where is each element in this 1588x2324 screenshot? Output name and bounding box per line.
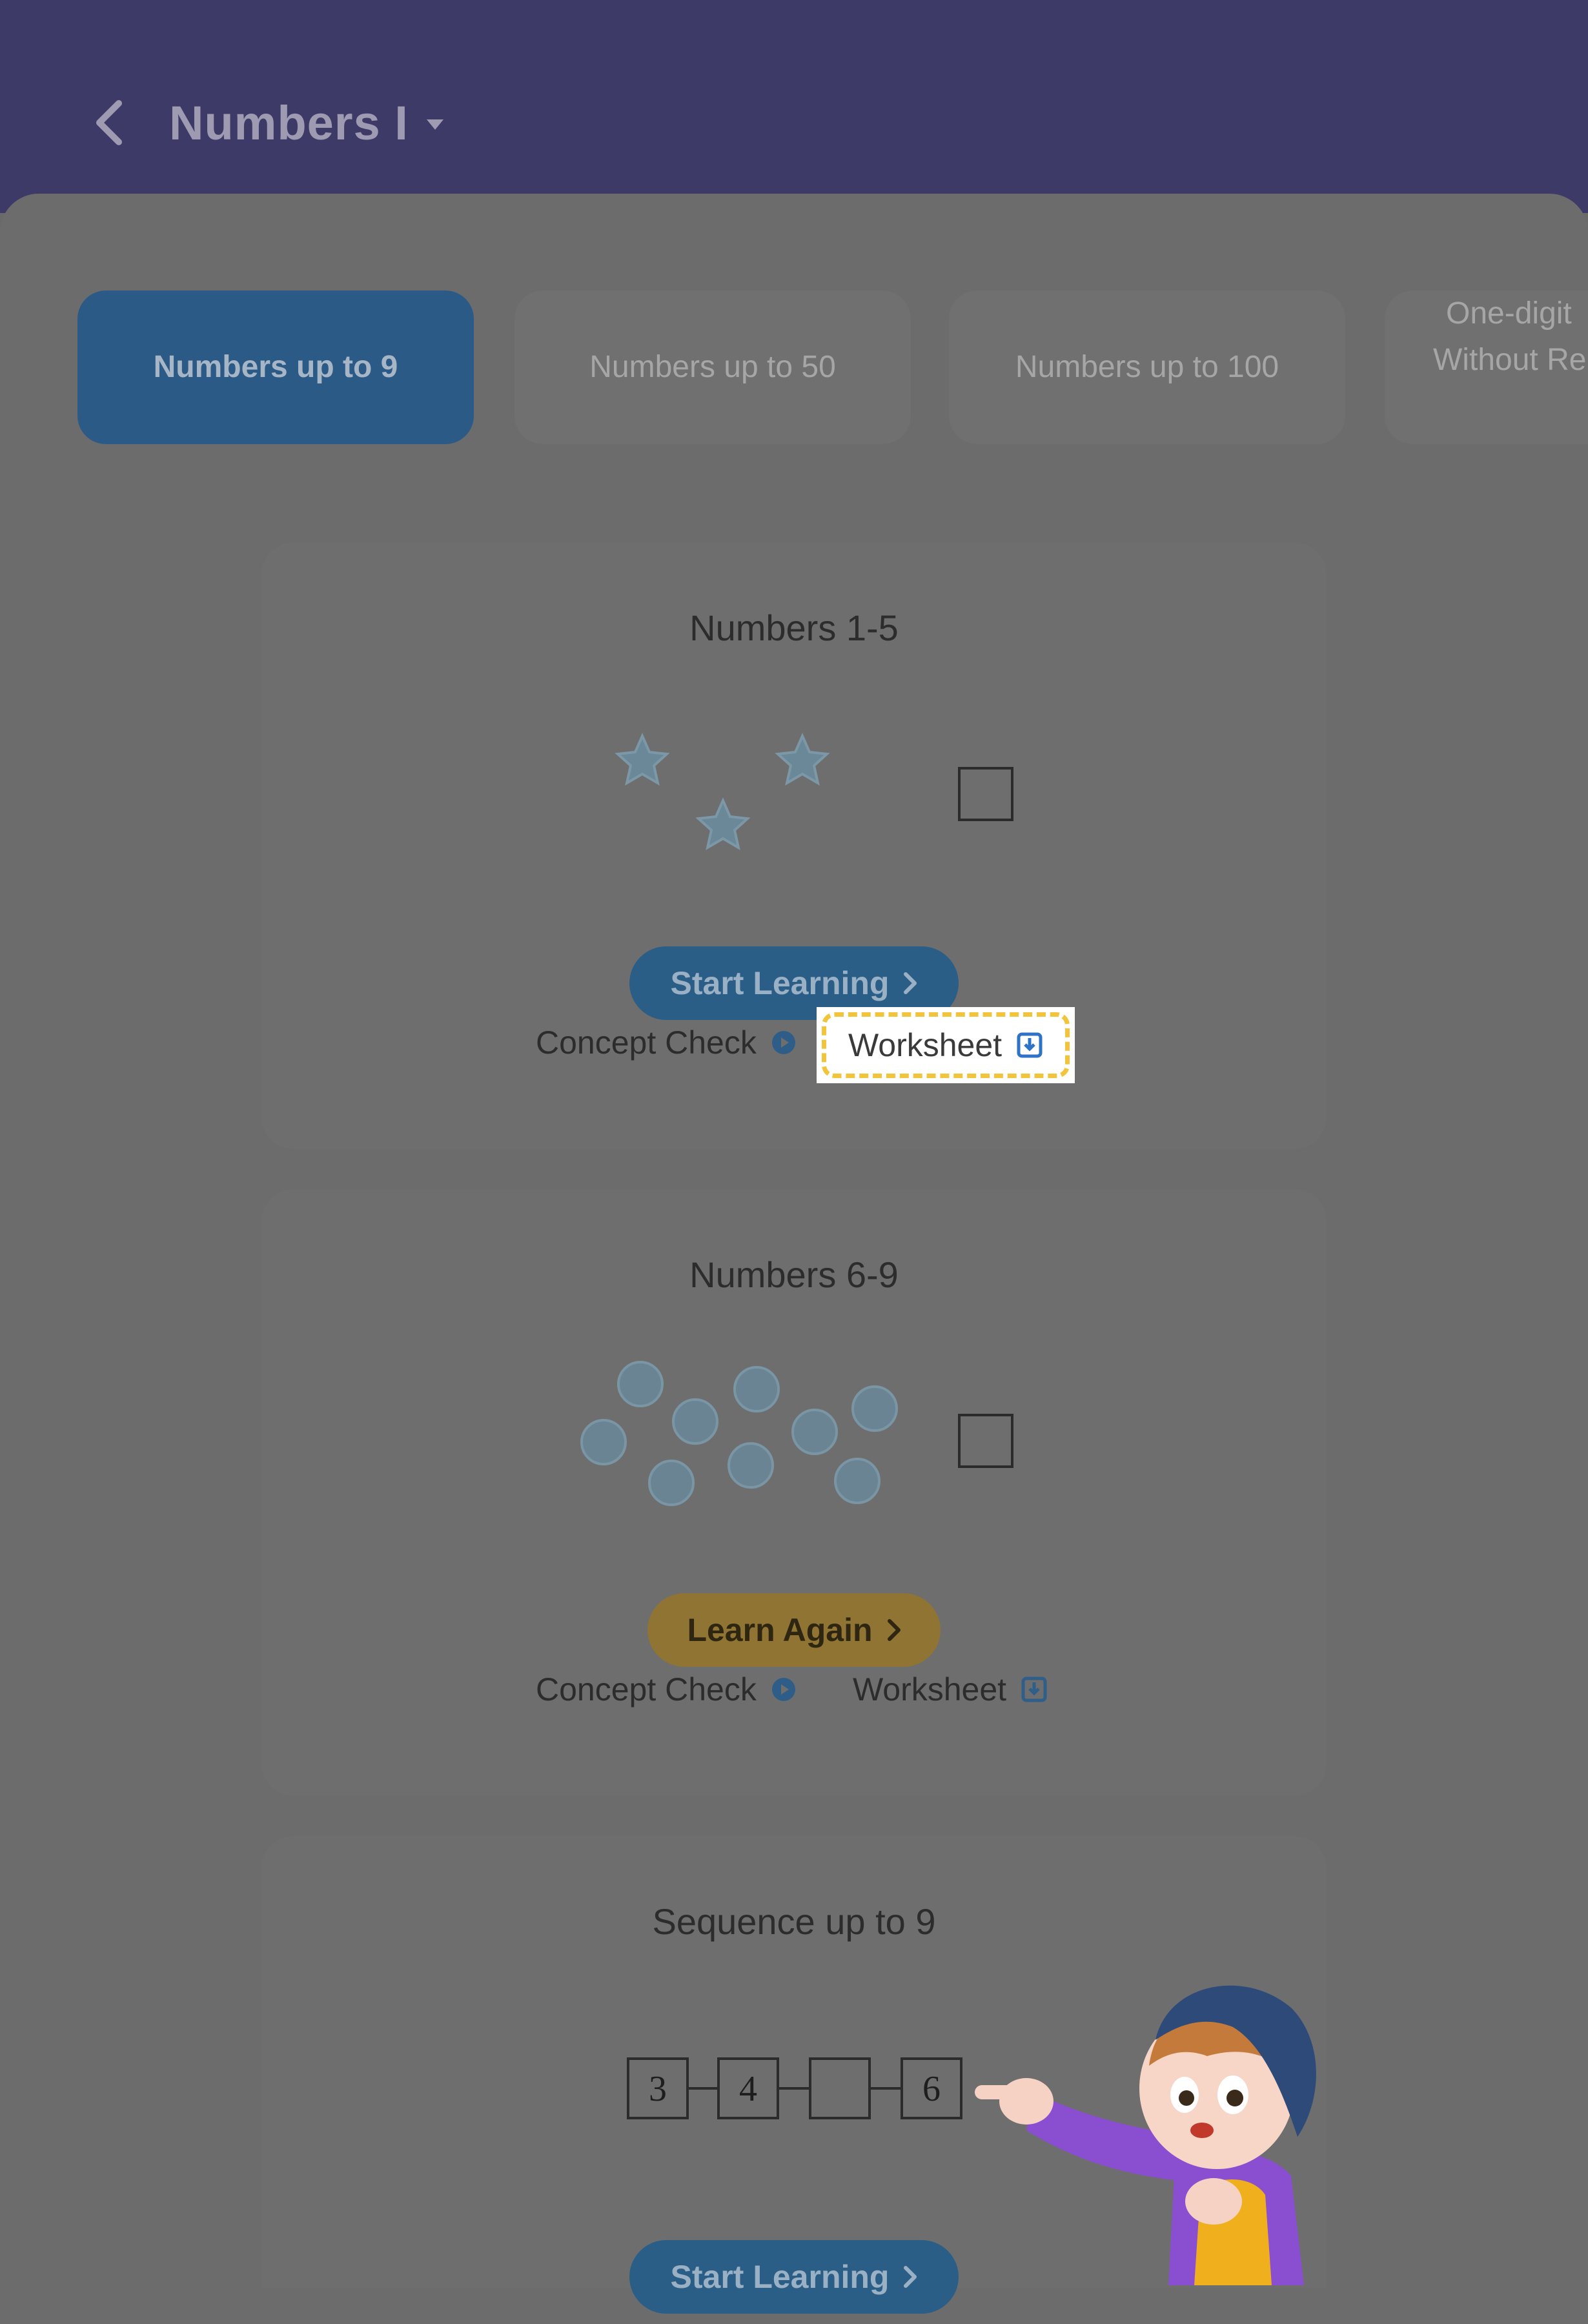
- dot-icon: [834, 1458, 881, 1504]
- sequence-number: 4: [739, 2069, 757, 2109]
- worksheet-link[interactable]: Worksheet: [853, 1654, 1048, 1725]
- tab-one-digit[interactable]: One-digit Without Re: [1385, 290, 1588, 444]
- button-label: Learn Again: [687, 1612, 873, 1648]
- start-learning-button[interactable]: Start Learning: [629, 2240, 959, 2314]
- star-icon: [615, 733, 670, 786]
- caret-down-icon: [426, 119, 443, 130]
- link-label: Worksheet: [848, 1027, 1003, 1063]
- button-label: Start Learning: [670, 965, 890, 1001]
- concept-check-link[interactable]: Concept Check: [536, 1007, 797, 1078]
- top-header: Numbers I: [0, 0, 1588, 213]
- tab-numbers-up-to-50[interactable]: Numbers up to 50: [514, 290, 911, 444]
- dot-icon: [580, 1419, 627, 1465]
- chevron-right-icon: [887, 1619, 901, 1641]
- download-icon: [1021, 1677, 1047, 1702]
- chevron-left-icon: [96, 100, 122, 145]
- star-icons: [615, 733, 830, 851]
- tab-numbers-up-to-9[interactable]: Numbers up to 9: [77, 290, 474, 444]
- unit-selector[interactable]: Numbers I: [169, 90, 443, 155]
- dot-icon: [617, 1361, 664, 1407]
- lesson-tabs: Numbers up to 9 Numbers up to 50 Numbers…: [0, 290, 1588, 445]
- link-label: Worksheet: [853, 1671, 1007, 1707]
- lesson-card-numbers-1-5: Numbers 1-5 Start Learning Concept Check…: [261, 542, 1327, 1149]
- download-icon: [1017, 1032, 1043, 1058]
- sequence-number: 6: [922, 2069, 941, 2109]
- tab-label: Numbers up to 100: [1015, 350, 1279, 384]
- button-label: Start Learning: [670, 2259, 890, 2295]
- page-title: Numbers I: [169, 96, 409, 150]
- dot-icon: [728, 1442, 774, 1489]
- answer-box: [958, 767, 1013, 821]
- star-icon: [775, 733, 830, 786]
- tab-label: Numbers up to 9: [153, 350, 398, 384]
- link-label: Concept Check: [536, 1671, 757, 1707]
- dot-icon: [791, 1409, 838, 1455]
- concept-check-link[interactable]: Concept Check: [536, 1654, 797, 1725]
- tab-numbers-up-to-100[interactable]: Numbers up to 100: [949, 290, 1345, 444]
- tab-label: Numbers up to 50: [589, 350, 836, 384]
- play-circle-icon: [771, 1678, 795, 1701]
- sequence-number: 3: [649, 2069, 667, 2109]
- dot-icon: [672, 1398, 718, 1445]
- back-button[interactable]: [84, 97, 136, 148]
- lesson-card-numbers-6-9: Numbers 6-9 Learn Again Concept Check Wo…: [261, 1189, 1327, 1796]
- dot-icons: [580, 1361, 898, 1506]
- answer-box: [958, 1414, 1013, 1468]
- chevron-right-icon: [904, 972, 917, 994]
- link-label: Concept Check: [536, 1024, 757, 1061]
- sequence-box-blank: [809, 2057, 871, 2119]
- dot-icon: [851, 1385, 898, 1432]
- tab-label-line1: One-digit: [1446, 296, 1572, 331]
- play-circle-icon: [771, 1031, 795, 1054]
- dot-icon: [648, 1460, 695, 1506]
- tab-label-line2: Without Re: [1433, 343, 1587, 377]
- mascot-character: [975, 1985, 1316, 2285]
- worksheet-link[interactable]: Worksheet: [817, 1007, 1075, 1083]
- dot-icon: [733, 1366, 780, 1412]
- star-icon: [695, 797, 751, 851]
